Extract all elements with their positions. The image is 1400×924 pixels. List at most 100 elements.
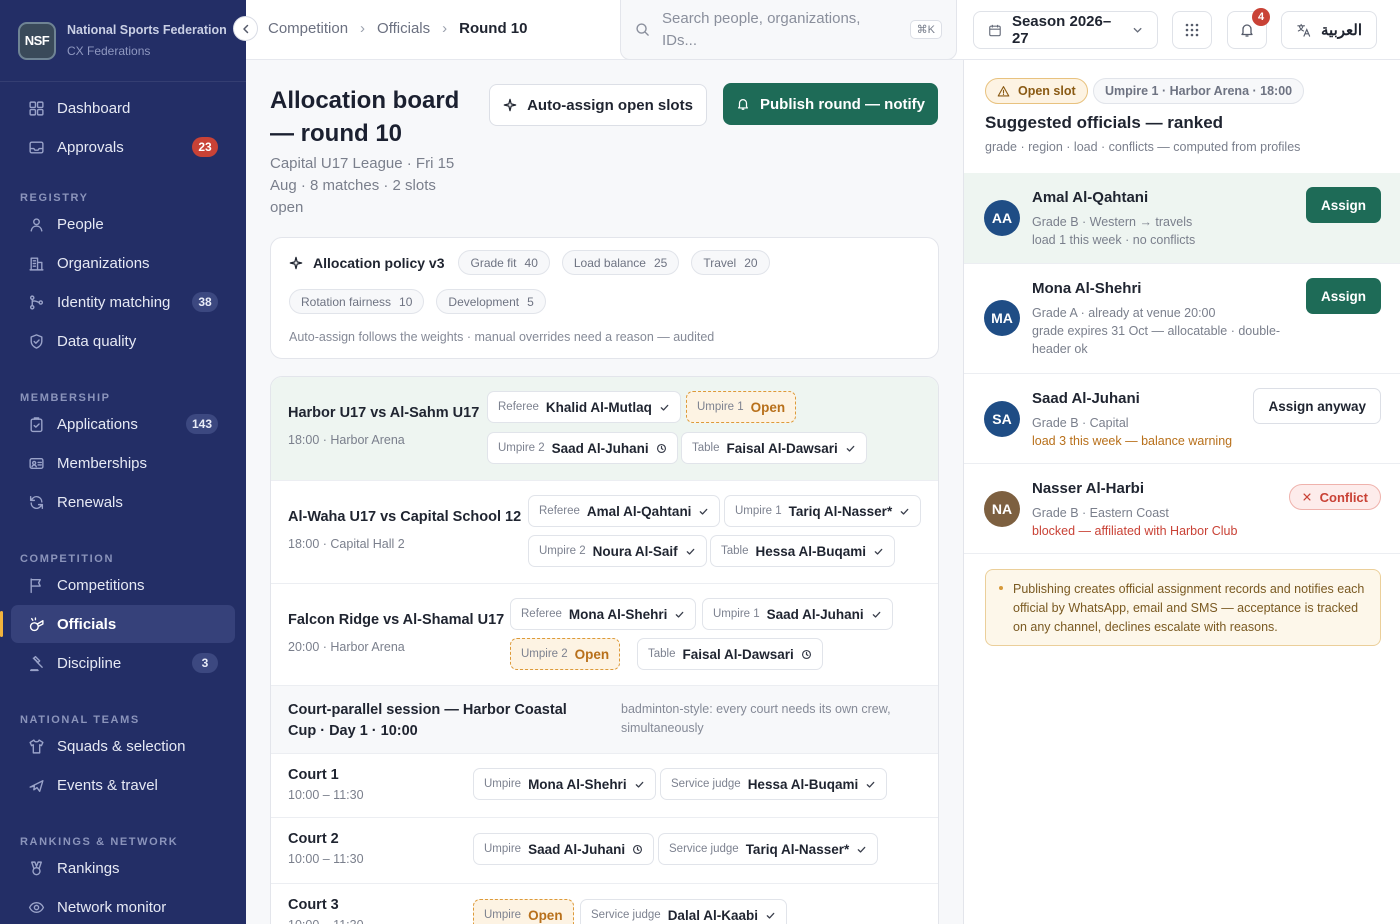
candidate-card[interactable]: SA Saad Al-Juhani Grade B · Capital load 3 …	[964, 374, 1400, 464]
allocation-board: Harbor U17 vs Al-Sahm U17 18:00 · Harbor …	[270, 376, 939, 924]
slot-umpire[interactable]: Umpire Saad Al-Juhani	[473, 833, 655, 865]
slot-role: Umpire 2	[498, 442, 545, 454]
refresh-icon	[29, 495, 44, 509]
court-row[interactable]: Court 1 10:00 – 11:30 Umpire Mona Al-Shehri…	[271, 754, 938, 818]
policy-weight-development[interactable]: Development 5	[436, 289, 546, 314]
assign-button[interactable]: Assign	[1305, 187, 1381, 223]
avatar: AA	[984, 200, 1020, 236]
building-icon	[29, 256, 44, 271]
collapse-sidebar-button[interactable]	[233, 16, 258, 41]
match-title: Falcon Ridge vs Al-Shamal U17	[288, 612, 505, 628]
slot-umpire[interactable]: Umpire Mona Al-Shehri	[473, 768, 656, 800]
match-row[interactable]: Harbor U17 vs Al-Sahm U17 18:00 · Harbor …	[271, 377, 938, 481]
weight-label: Travel	[703, 255, 737, 270]
sidebar-item-label: Renewals	[57, 493, 123, 511]
slot-service-judge[interactable]: Service judge Tariq Al-Nasser*	[658, 833, 879, 865]
slot-official: Amal Al-Qahtani	[586, 503, 692, 519]
sidebar-item-approvals[interactable]: Approvals 23	[11, 128, 235, 166]
language-switch[interactable]: العربية	[1281, 11, 1377, 49]
breadcrumb-competition[interactable]: Competition	[268, 20, 348, 37]
match-row[interactable]: Al-Waha U17 vs Capital School 12 18:00 · …	[271, 481, 938, 584]
season-select[interactable]: Season 2026–27	[973, 11, 1158, 49]
breadcrumb-officials[interactable]: Officials	[377, 20, 430, 37]
sidebar-item-squads-selection[interactable]: Squads & selection	[11, 727, 235, 765]
slot-table[interactable]: Table Faisal Al-Dawsari	[637, 638, 823, 670]
sidebar-item-competitions[interactable]: Competitions	[11, 566, 235, 604]
sidebar-item-discipline[interactable]: Discipline 3	[11, 644, 235, 682]
slot-table[interactable]: Table Hessa Al-Buqami	[710, 535, 896, 567]
slot-umpire-2[interactable]: Umpire 2 Saad Al-Juhani	[487, 432, 678, 464]
slot-umpire-2[interactable]: Umpire 2 Open	[510, 638, 621, 670]
candidate-card[interactable]: NA Nasser Al-Harbi Grade B · Eastern Coast…	[964, 464, 1400, 554]
notifications-button[interactable]: 4	[1227, 8, 1270, 49]
slot-role: Service judge	[591, 909, 661, 921]
sidebar-item-people[interactable]: People	[11, 205, 235, 243]
candidate-status: load 1 this week · no conflicts	[1032, 233, 1196, 247]
slot-role: Service judge	[671, 778, 741, 790]
sidebar-item-applications[interactable]: Applications 143	[11, 405, 235, 443]
slot-umpire-1[interactable]: Umpire 1 Open	[686, 391, 797, 423]
sidebar-item-identity-matching[interactable]: Identity matching 38	[11, 283, 235, 321]
slot-reference: Umpire 1 · Harbor Arena · 18:00	[1093, 78, 1305, 104]
sparkle-icon	[503, 98, 517, 112]
policy-weight-grade-fit[interactable]: Grade fit 40	[458, 250, 550, 275]
sidebar-item-network-monitor[interactable]: Network monitor	[11, 888, 235, 924]
sidebar-item-data-quality[interactable]: Data quality	[11, 322, 235, 360]
court-row[interactable]: Court 3 10:00 – 11:30 Umpire Open Service ju…	[271, 884, 938, 924]
slot-umpire[interactable]: Umpire Open	[473, 899, 574, 924]
sidebar-item-dashboard[interactable]: Dashboard	[11, 89, 235, 127]
page-subtitle: Capital U17 League · Fri 15 Aug · 8 matc…	[270, 155, 455, 216]
main-content: Allocation board — round 10 Capital U17 …	[246, 60, 963, 924]
sidebar-item-renewals[interactable]: Renewals	[11, 483, 235, 521]
shield-check-icon	[30, 333, 43, 349]
slot-referee[interactable]: Referee Khalid Al-Mutlaq	[487, 391, 681, 423]
auto-assign-button[interactable]: Auto-assign open slots	[489, 84, 707, 126]
slot-referee[interactable]: Referee Amal Al-Qahtani	[528, 495, 721, 527]
sidebar-item-memberships[interactable]: Memberships	[11, 444, 235, 482]
policy-weight-load-balance[interactable]: Load balance 25	[561, 250, 680, 275]
sidebar-item-rankings[interactable]: Rankings	[11, 849, 235, 887]
slot-referee[interactable]: Referee Mona Al-Shehri	[510, 598, 697, 630]
medal-icon	[31, 860, 42, 875]
chevron-right-icon: ›	[360, 20, 366, 37]
search-input[interactable]: Search people, organizations, IDs... ⌘K	[620, 0, 957, 60]
shirt-icon	[29, 738, 44, 754]
court-title: Court 1	[288, 767, 339, 783]
policy-note: Auto-assign follows the weights · manual…	[289, 330, 715, 344]
sidebar-item-officials[interactable]: Officials	[0, 605, 235, 643]
sidebar-item-organizations[interactable]: Organizations	[11, 244, 235, 282]
session-title: Court-parallel session — Harbor Coastal …	[288, 702, 567, 739]
match-title: Harbor U17 vs Al-Sahm U17	[288, 405, 480, 421]
sidebar-item-label: Discipline	[57, 654, 122, 672]
publish-round-button[interactable]: Publish round — notify	[723, 83, 938, 125]
slot-umpire-1[interactable]: Umpire 1 Tariq Al-Nasser*	[724, 495, 922, 527]
chevron-right-icon: ›	[442, 20, 448, 37]
candidate-name: Nasser Al-Harbi	[1032, 480, 1144, 497]
candidate-profile: Grade B · Eastern Coast	[1032, 506, 1169, 520]
slot-umpire-1[interactable]: Umpire 1 Saad Al-Juhani	[702, 598, 893, 630]
avatar: NA	[984, 491, 1020, 527]
sidebar-item-events-travel[interactable]: Events & travel	[11, 766, 235, 804]
policy-weight-rotation-fairness[interactable]: Rotation fairness 10	[289, 289, 425, 314]
slot-service-judge[interactable]: Service judge Hessa Al-Buqami	[660, 768, 888, 800]
apps-button[interactable]	[1172, 11, 1212, 49]
assign-anyway-button[interactable]: Assign anyway	[1253, 388, 1381, 424]
candidate-name: Amal Al-Qahtani	[1032, 189, 1149, 206]
sidebar-item-label: Squads & selection	[57, 737, 186, 755]
slot-official: Mona Al-Shehri	[528, 776, 627, 792]
candidate-card[interactable]: AA Amal Al-Qahtani Grade B · Western → tra…	[964, 173, 1400, 264]
slot-service-judge[interactable]: Service judge Dalal Al-Kaabi	[580, 899, 787, 924]
slot-official: Open	[750, 399, 786, 415]
candidate-card[interactable]: MA Mona Al-Shehri Grade A · already at ven…	[964, 264, 1400, 374]
slot-role: Umpire	[484, 843, 522, 855]
slot-umpire-2[interactable]: Umpire 2 Noura Al-Saif	[528, 535, 707, 567]
slot-table[interactable]: Table Faisal Al-Dawsari	[681, 432, 867, 464]
policy-title-text: Allocation policy v3	[313, 254, 445, 271]
sidebar: NSF National Sports Federation CX Federa…	[0, 0, 246, 924]
match-row[interactable]: Falcon Ridge vs Al-Shamal U17 20:00 · Har…	[271, 584, 938, 686]
assign-button[interactable]: Assign	[1305, 278, 1381, 314]
policy-weight-travel[interactable]: Travel 20	[691, 250, 770, 275]
inbox-icon	[29, 140, 44, 154]
court-row[interactable]: Court 2 10:00 – 11:30 Umpire Saad Al-Juhani…	[271, 818, 938, 884]
slot-role: Umpire	[484, 778, 522, 790]
